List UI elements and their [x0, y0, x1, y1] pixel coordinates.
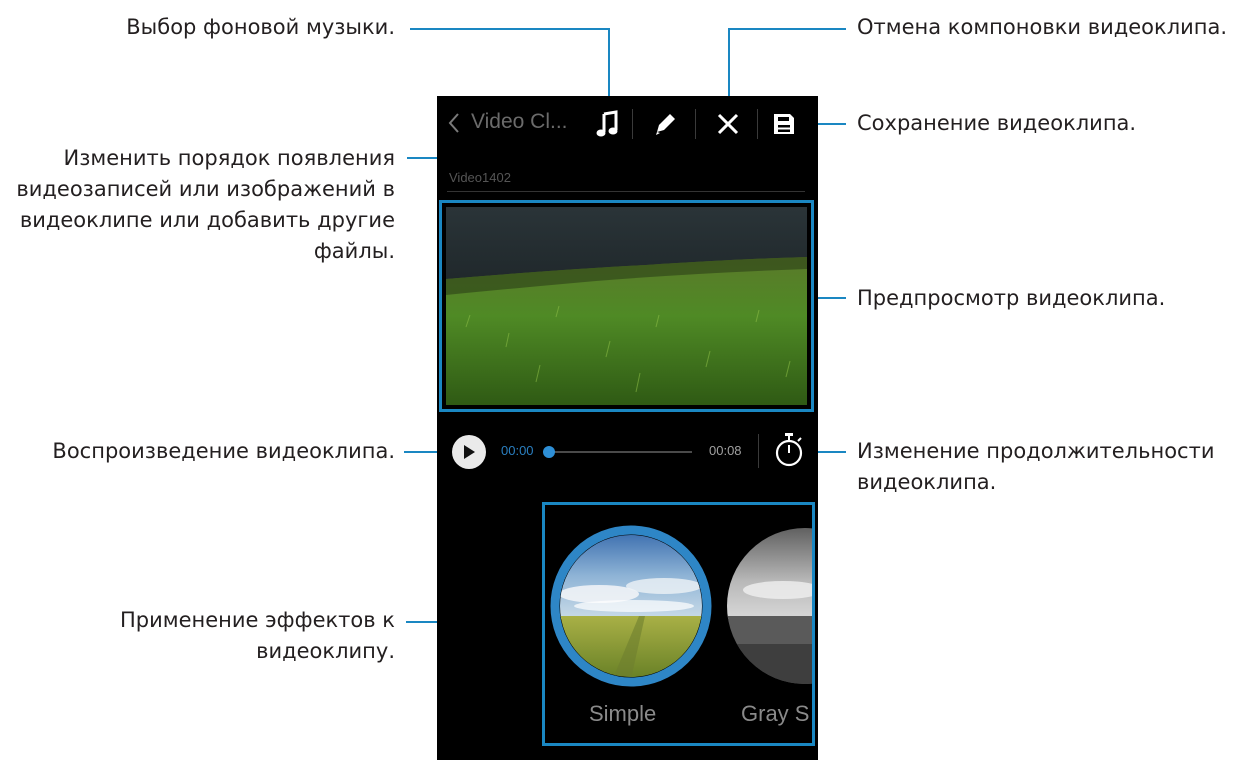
timer-icon[interactable]	[773, 432, 805, 468]
music-button[interactable]	[585, 104, 629, 144]
title-underline	[447, 191, 805, 192]
close-icon	[717, 113, 739, 135]
grass-field-image	[446, 207, 807, 405]
save-button[interactable]	[762, 104, 806, 144]
leader-line	[410, 28, 610, 30]
callout-duration: Изменение продолжительности видеоклипа.	[857, 436, 1214, 498]
callout-edit-order-line2: видеозаписей или изображений в	[16, 177, 395, 201]
callout-cancel: Отмена компоновки видеоклипа.	[857, 15, 1228, 39]
callout-edit-order-line3: видеоклипе или добавить другие	[19, 208, 395, 232]
current-time: 00:00	[501, 443, 534, 458]
progress-track[interactable]	[547, 451, 692, 453]
action-bar: Video Cl...	[437, 96, 818, 151]
back-chevron-icon[interactable]	[447, 112, 463, 134]
effects-highlight: Simple Gray S	[542, 502, 815, 746]
app-title: Video Cl...	[471, 110, 566, 133]
project-name: Video1402	[449, 170, 511, 185]
callout-edit-order-line4: файлы.	[313, 239, 395, 263]
progress-thumb[interactable]	[543, 446, 555, 458]
video-preview[interactable]	[446, 207, 807, 405]
pencil-icon	[656, 114, 675, 135]
callout-edit-order-line1: Изменить порядок появления	[63, 146, 395, 170]
callout-duration-line1: Изменение продолжительности	[857, 439, 1215, 463]
effect-label-simple: Simple	[589, 701, 657, 726]
toolbar-divider	[632, 109, 633, 139]
leader-line	[608, 28, 610, 106]
total-time: 00:08	[709, 443, 742, 458]
music-note-icon	[596, 110, 618, 137]
effect-gray[interactable]: Gray S	[721, 505, 812, 743]
preview-highlight	[439, 200, 814, 412]
callout-save: Сохранение видеоклипа.	[857, 111, 1137, 135]
callout-effects-line1: Применение эффектов к	[119, 608, 395, 632]
callout-edit-order: Изменить порядок появления видеозаписей …	[16, 143, 395, 267]
play-icon	[464, 445, 475, 459]
callout-playback: Воспроизведение видеоклипа.	[52, 439, 395, 463]
play-button[interactable]	[452, 435, 486, 469]
toolbar-divider	[757, 109, 758, 139]
save-icon	[774, 114, 794, 134]
phone-screen: Video Cl... Video1402 00:00 00:08 Simple…	[437, 96, 818, 760]
callout-effects: Применение эффектов к видеоклипу.	[120, 605, 395, 667]
effect-label-gray: Gray S	[741, 701, 810, 726]
leader-line	[814, 297, 846, 299]
callout-preview: Предпросмотр видеоклипа.	[857, 286, 1166, 310]
player-divider	[758, 434, 759, 468]
cancel-button[interactable]	[706, 104, 750, 144]
callout-duration-line2: видеоклипа.	[857, 470, 997, 494]
callout-effects-line2: видеоклипу.	[256, 639, 395, 663]
leader-line	[728, 28, 846, 30]
effect-gray-thumbnail	[727, 528, 812, 684]
edit-button[interactable]	[643, 104, 687, 144]
effect-simple[interactable]: Simple	[545, 505, 715, 743]
callout-background-music: Выбор фоновой музыки.	[126, 15, 395, 39]
effect-simple-thumbnail	[550, 525, 712, 687]
toolbar-divider	[695, 109, 696, 139]
